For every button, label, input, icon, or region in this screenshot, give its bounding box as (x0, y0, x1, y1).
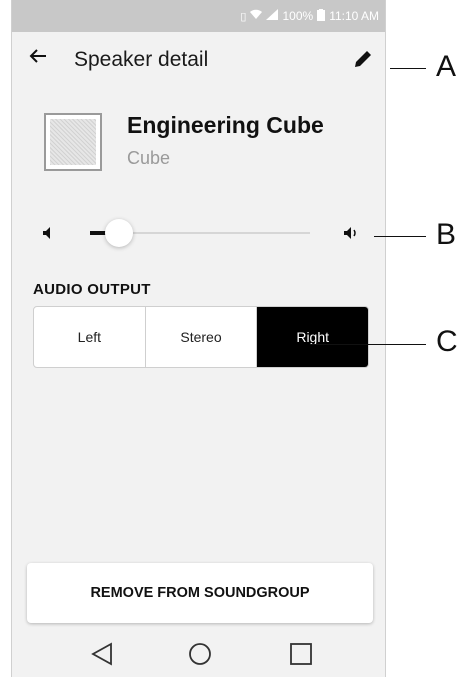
volume-low-icon (41, 225, 57, 241)
arrow-left-icon (29, 49, 46, 63)
status-bar: ▯ 100% 11:10 AM (12, 0, 385, 32)
speaker-name: Engineering Cube (127, 112, 324, 138)
remove-from-soundgroup-button[interactable]: REMOVE FROM SOUNDGROUP (27, 563, 373, 623)
callout-b-line (374, 236, 426, 237)
audio-output-left[interactable]: Left (34, 307, 146, 367)
callout-a-label: A (436, 50, 457, 83)
android-nav-bar (12, 632, 385, 677)
home-circle-icon[interactable] (188, 642, 212, 671)
speaker-type: Cube (127, 148, 171, 168)
audio-output-right[interactable]: Right (257, 307, 368, 367)
audio-output-selector: Left Stereo Right (33, 306, 369, 368)
volume-high-icon (343, 225, 361, 241)
volume-slider-thumb[interactable] (104, 219, 133, 247)
speaker-thumbnail (44, 113, 102, 171)
battery-icon (317, 8, 326, 24)
pencil-icon (355, 51, 371, 67)
battery-text: 100% (282, 9, 314, 23)
edit-button[interactable] (352, 48, 374, 70)
audio-output-label: AUDIO OUTPUT (33, 281, 151, 298)
phone-screen: ▯ 100% 11:10 AM Speaker detail Engineeri… (11, 0, 386, 677)
volume-slider[interactable] (90, 219, 310, 247)
app-bar: Speaker detail (12, 42, 385, 82)
callout-a-line (390, 68, 426, 69)
back-button[interactable] (28, 46, 48, 72)
recents-square-icon[interactable] (289, 642, 313, 671)
page-title: Speaker detail (74, 48, 209, 71)
speaker-image (50, 119, 96, 165)
callout-b-label: B (436, 218, 457, 251)
back-triangle-icon[interactable] (91, 642, 113, 671)
wifi-icon (250, 9, 263, 23)
status-time: 11:10 AM (329, 9, 379, 23)
audio-output-stereo[interactable]: Stereo (146, 307, 258, 367)
callout-c-line (310, 344, 426, 345)
signal-icon (266, 9, 279, 23)
volume-row (12, 215, 385, 251)
vibrate-icon: ▯ (240, 10, 247, 23)
callout-c-label: C (436, 325, 458, 358)
